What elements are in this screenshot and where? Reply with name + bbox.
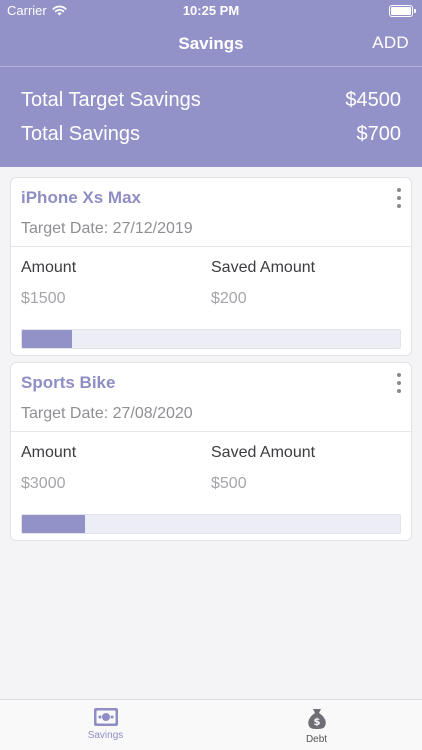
- progress-fill: [22, 330, 73, 348]
- amount-column: Amount $1500: [21, 258, 211, 309]
- money-bill-icon: [93, 708, 118, 726]
- money-bag-icon: $: [307, 709, 326, 729]
- saved-amount-label: Saved Amount: [211, 444, 316, 461]
- svg-text:$: $: [313, 717, 320, 728]
- savings-list: iPhone Xs Max Target Date: 27/12/2019 Am…: [0, 167, 422, 541]
- saved-amount-value: $200: [211, 290, 247, 307]
- total-target-value: $4500: [345, 89, 401, 111]
- card-target-date: Target Date: 27/12/2019: [21, 220, 193, 237]
- amount-value: $1500: [21, 290, 66, 307]
- amount-value: $3000: [21, 475, 66, 492]
- card-header: Sports Bike Target Date: 27/08/2020: [11, 363, 411, 432]
- card-body: Amount $3000 Saved Amount $500: [11, 432, 411, 540]
- tab-debt[interactable]: $ Debt: [211, 700, 422, 750]
- total-saved-row: Total Savings $700: [21, 122, 401, 146]
- total-target-label: Total Target Savings: [21, 89, 201, 111]
- amounts-row: Amount $3000 Saved Amount $500: [21, 443, 401, 494]
- amount-label: Amount: [21, 259, 77, 276]
- amount-label: Amount: [21, 444, 77, 461]
- more-vertical-icon[interactable]: [394, 188, 404, 208]
- savings-summary: Total Target Savings $4500 Total Savings…: [0, 67, 422, 146]
- card-header: iPhone Xs Max Target Date: 27/12/2019: [11, 178, 411, 247]
- total-target-row: Total Target Savings $4500: [21, 88, 401, 112]
- savings-progress-bar: [21, 514, 401, 534]
- card-body: Amount $1500 Saved Amount $200: [11, 247, 411, 355]
- total-saved-value: $700: [356, 123, 402, 145]
- card-title: Sports Bike: [21, 373, 116, 392]
- status-bar: Carrier 10:25 PM: [0, 0, 422, 22]
- saved-amount-value: $500: [211, 475, 247, 492]
- saved-amount-label: Saved Amount: [211, 259, 316, 276]
- savings-card[interactable]: iPhone Xs Max Target Date: 27/12/2019 Am…: [10, 177, 412, 356]
- tab-savings[interactable]: Savings: [0, 700, 211, 750]
- tab-debt-label: Debt: [305, 734, 328, 745]
- amount-column: Amount $3000: [21, 443, 211, 494]
- savings-progress-bar: [21, 329, 401, 349]
- amounts-row: Amount $1500 Saved Amount $200: [21, 258, 401, 309]
- savings-card[interactable]: Sports Bike Target Date: 27/08/2020 Amou…: [10, 362, 412, 541]
- total-saved-label: Total Savings: [21, 123, 140, 145]
- more-vertical-icon[interactable]: [394, 373, 404, 393]
- battery-icon: [389, 5, 416, 17]
- saved-amount-column: Saved Amount $500: [211, 443, 401, 494]
- saved-amount-column: Saved Amount $200: [211, 258, 401, 309]
- status-time: 10:25 PM: [182, 3, 240, 18]
- card-target-date: Target Date: 27/08/2020: [21, 405, 193, 422]
- nav-bar: Savings ADD: [0, 22, 422, 66]
- tab-bar: Savings $ Debt: [0, 699, 422, 750]
- page-title: Savings: [178, 34, 244, 53]
- tab-savings-label: Savings: [87, 730, 124, 741]
- card-title: iPhone Xs Max: [21, 188, 141, 207]
- progress-fill: [22, 515, 86, 533]
- add-button[interactable]: ADD: [372, 33, 409, 53]
- header: Carrier 10:25 PM Savings ADD Total Targe…: [0, 0, 422, 167]
